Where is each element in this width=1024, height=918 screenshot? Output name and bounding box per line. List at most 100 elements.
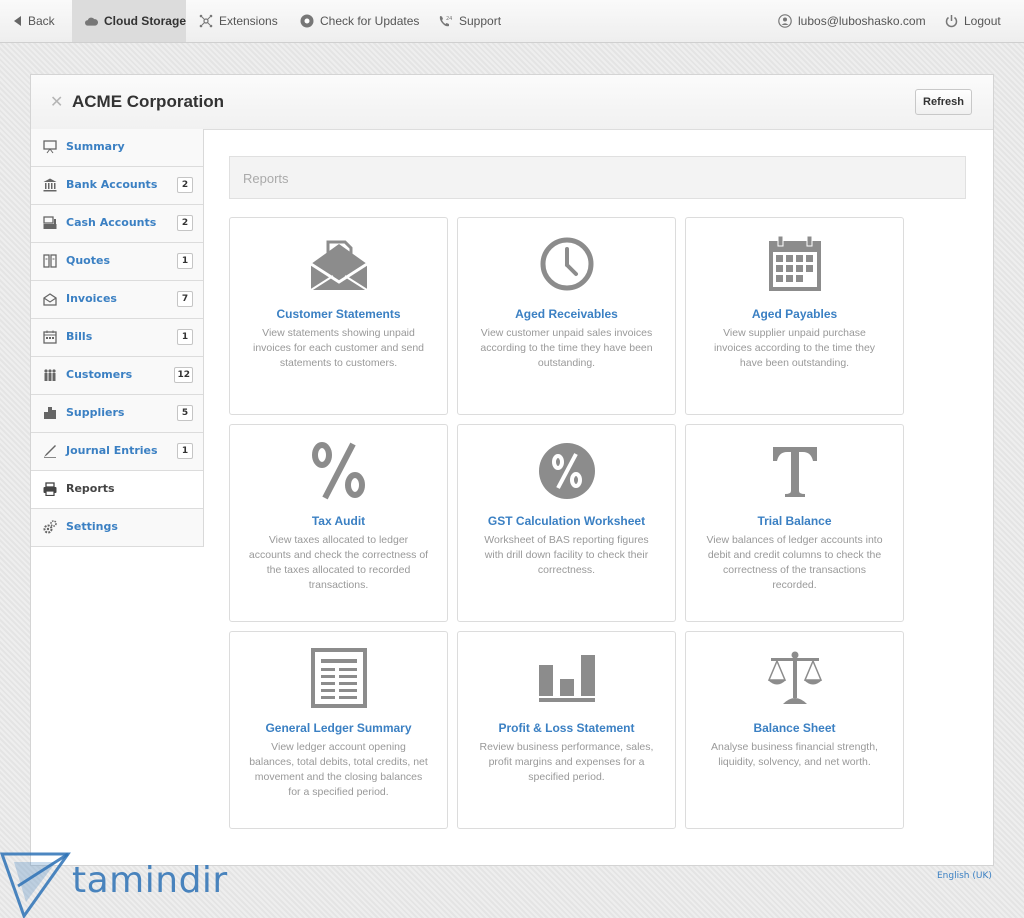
support-phone-icon: 24 — [439, 16, 452, 27]
customers-icon — [44, 369, 56, 381]
cloud-storage-tab[interactable]: Cloud Storage — [72, 0, 186, 42]
card-title: Balance Sheet — [753, 721, 836, 735]
sidebar-item-reports[interactable]: Reports — [31, 471, 203, 509]
sidebar-item-bank-accounts[interactable]: Bank Accounts 2 — [31, 167, 203, 205]
bank-icon — [43, 178, 57, 192]
sidebar-label: Bank Accounts — [66, 178, 158, 191]
sidebar-label: Customers — [66, 368, 133, 381]
bar-chart-icon — [539, 655, 595, 702]
card-description: View customer unpaid sales invoices acco… — [480, 327, 653, 369]
quote-icon — [43, 254, 57, 268]
sidebar-label: Bills — [66, 330, 93, 343]
sidebar-label: Journal Entries — [66, 444, 158, 457]
card-description: View balances of ledger accounts into de… — [706, 534, 883, 591]
calendar-icon — [769, 235, 821, 291]
extensions-button[interactable]: Extensions — [199, 0, 278, 42]
count-badge: 12 — [174, 367, 193, 383]
svg-text:24: 24 — [446, 16, 452, 22]
report-card-tax-audit[interactable]: Tax Audit View taxes allocated to ledger… — [229, 424, 448, 622]
card-description: Worksheet of BAS reporting figures with … — [484, 534, 649, 576]
invoice-icon — [43, 293, 57, 306]
sidebar-item-invoices[interactable]: Invoices 7 — [31, 281, 203, 319]
count-badge: 2 — [177, 177, 193, 193]
card-title: Aged Receivables — [515, 307, 618, 321]
report-card-gst-worksheet[interactable]: GST Calculation Worksheet Worksheet of B… — [457, 424, 676, 622]
scales-icon — [767, 651, 823, 704]
sidebar-label: Reports — [66, 482, 115, 495]
sidebar-item-quotes[interactable]: Quotes 1 — [31, 243, 203, 281]
card-description: View ledger account opening balances, to… — [249, 741, 428, 798]
top-navigation-bar: Back Cloud Storage Extensions Check for … — [0, 0, 1024, 43]
support-button[interactable]: 24 Support — [438, 0, 501, 42]
sidebar-label: Invoices — [66, 292, 117, 305]
count-badge: 7 — [177, 291, 193, 307]
count-badge: 1 — [177, 253, 193, 269]
ledger-icon — [311, 648, 367, 708]
sidebar-label: Summary — [66, 140, 125, 153]
logout-button[interactable]: Logout — [945, 0, 1001, 42]
update-icon — [300, 14, 314, 28]
power-icon — [945, 15, 958, 28]
card-title: Aged Payables — [751, 307, 838, 321]
presentation-icon — [43, 140, 57, 154]
sidebar-item-customers[interactable]: Customers 12 — [31, 357, 203, 395]
gears-icon — [43, 520, 57, 534]
back-button[interactable]: Back — [14, 0, 55, 42]
card-description: View statements showing unpaid invoices … — [252, 327, 424, 369]
company-panel: ✕ ACME Corporation Refresh Summary Bank … — [30, 74, 994, 866]
card-description: Review business performance, sales, prof… — [479, 741, 654, 783]
card-title: GST Calculation Worksheet — [487, 514, 646, 528]
report-card-aged-receivables[interactable]: Aged Receivables View customer unpaid sa… — [457, 217, 676, 415]
card-description: Analyse business financial strength, liq… — [711, 741, 878, 768]
bills-icon — [43, 330, 57, 344]
sidebar-label: Settings — [66, 520, 118, 533]
count-badge: 2 — [177, 215, 193, 231]
card-title: Trial Balance — [757, 514, 832, 528]
report-card-profit-loss[interactable]: Profit & Loss Statement Review business … — [457, 631, 676, 829]
extensions-label: Extensions — [219, 14, 278, 28]
cloud-storage-label: Cloud Storage — [103, 14, 186, 28]
cloud-icon — [85, 17, 98, 26]
check-updates-label: Check for Updates — [320, 14, 420, 28]
sidebar-item-summary[interactable]: Summary — [31, 129, 203, 167]
card-title: Customer Statements — [276, 307, 401, 321]
sidebar-item-journal-entries[interactable]: Journal Entries 1 — [31, 433, 203, 471]
card-title: Tax Audit — [311, 514, 366, 528]
report-card-balance-sheet[interactable]: Balance Sheet Analyse business financial… — [685, 631, 904, 829]
card-title: Profit & Loss Statement — [498, 721, 635, 735]
sidebar-item-settings[interactable]: Settings — [31, 509, 203, 547]
refresh-button[interactable]: Refresh — [915, 89, 972, 115]
report-card-trial-balance[interactable]: Trial Balance View balances of ledger ac… — [685, 424, 904, 622]
user-email: lubos@luboshasko.com — [798, 14, 926, 28]
printer-icon — [43, 482, 57, 496]
sidebar-label: Cash Accounts — [66, 216, 157, 229]
company-name: ACME Corporation — [72, 92, 225, 111]
user-icon — [778, 14, 792, 28]
logout-label: Logout — [964, 14, 1001, 28]
back-label: Back — [28, 14, 55, 28]
panel-header: ✕ ACME Corporation Refresh — [31, 75, 993, 130]
report-card-aged-payables[interactable]: Aged Payables View supplier unpaid purch… — [685, 217, 904, 415]
sidebar-item-bills[interactable]: Bills 1 — [31, 319, 203, 357]
card-description: View supplier unpaid purchase invoices a… — [713, 327, 876, 369]
sidebar: Summary Bank Accounts 2 Cash Accounts 2 … — [31, 129, 204, 547]
close-icon[interactable]: ✕ — [50, 92, 63, 112]
pen-icon — [44, 445, 56, 458]
watermark-text: tamindir — [72, 860, 228, 901]
sidebar-item-cash-accounts[interactable]: Cash Accounts 2 — [31, 205, 203, 243]
reports-heading: Reports — [243, 171, 289, 186]
extensions-icon — [199, 14, 213, 28]
report-card-general-ledger-summary[interactable]: General Ledger Summary View ledger accou… — [229, 631, 448, 829]
user-account-link[interactable]: lubos@luboshasko.com — [778, 0, 926, 42]
percent-circle-icon — [539, 443, 595, 499]
letter-t-icon — [773, 447, 817, 497]
sidebar-label: Suppliers — [66, 406, 125, 419]
report-card-customer-statements[interactable]: Customer Statements View statements show… — [229, 217, 448, 415]
check-updates-button[interactable]: Check for Updates — [300, 0, 419, 42]
language-link[interactable]: English (UK) — [937, 871, 992, 881]
reports-section-header: Reports — [229, 156, 966, 199]
cash-register-icon — [43, 216, 57, 229]
sidebar-label: Quotes — [66, 254, 111, 267]
suppliers-icon — [44, 407, 56, 419]
sidebar-item-suppliers[interactable]: Suppliers 5 — [31, 395, 203, 433]
